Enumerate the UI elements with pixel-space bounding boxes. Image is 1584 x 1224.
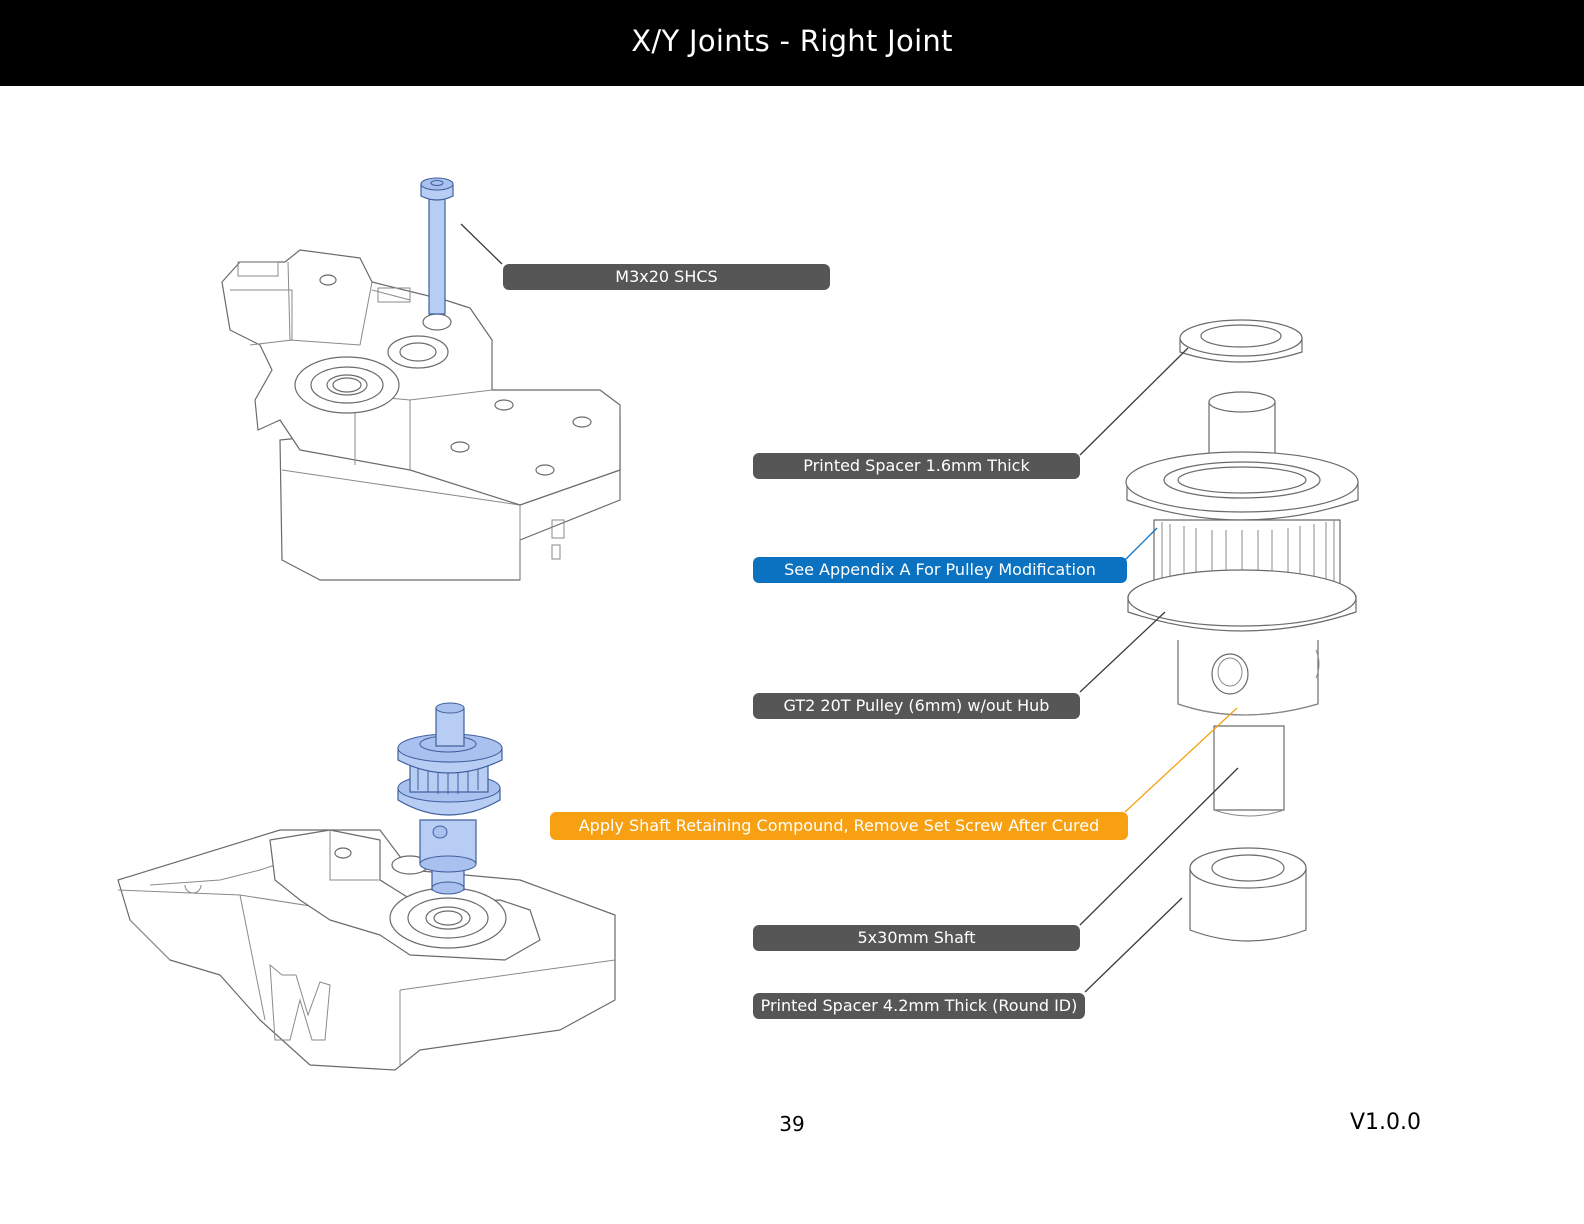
document-version: V1.0.0 [1350,1110,1422,1135]
assembly-illustration: .ln { fill: #ffffff; stroke: #6b6b6b; st… [117,177,1359,1071]
callout-printed-spacer-1-6mm: Printed Spacer 1.6mm Thick [753,453,1080,479]
callout-shaft-retaining-compound: Apply Shaft Retaining Compound, Remove S… [550,812,1128,840]
leader-spacer16 [1079,347,1189,456]
bottom-joint-housing [117,829,616,1071]
leader-lines [460,223,1239,993]
callout-m3x20-shcs: M3x20 SHCS [503,264,830,290]
leader-pulley [1079,611,1166,693]
callout-printed-spacer-4-2mm: Printed Spacer 4.2mm Thick (Round ID) [753,993,1085,1019]
leader-m3x20 [460,223,503,265]
top-joint-housing [221,249,621,581]
m3x20-screw-part [420,177,454,315]
leader-spacer42 [1084,897,1183,993]
leader-appendix [1124,527,1158,561]
callout-see-appendix-a: See Appendix A For Pulley Modification [753,557,1127,583]
exploded-parts-stack [1125,319,1359,942]
page-number: 39 [779,1112,805,1136]
callout-5x30mm-shaft: 5x30mm Shaft [753,925,1080,951]
callout-gt2-20t-pulley: GT2 20T Pulley (6mm) w/out Hub [753,693,1080,719]
